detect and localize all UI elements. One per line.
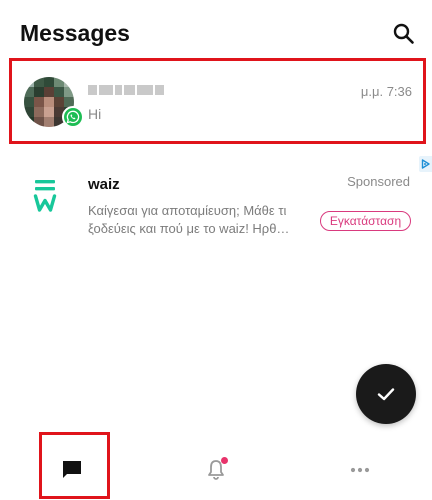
nav-messages[interactable] [37,440,107,500]
contact-avatar [24,77,84,133]
whatsapp-badge [62,106,84,128]
ad-brand-name: waiz [88,176,120,193]
mark-all-read-fab[interactable] [356,364,416,424]
checkmark-icon [377,388,395,401]
sponsored-ad-row[interactable]: waiz Sponsored Καίγεσαι για αποταμίευση;… [0,160,432,250]
chat-icon [63,461,81,478]
conversation-row[interactable]: μ.μ. 7:36 Hi [12,60,428,142]
bottom-navigation [0,440,432,500]
nav-notifications[interactable] [181,440,251,500]
ad-description: Καίγεσαι για αποταμίευση; Μάθε τι ξοδεύε… [88,203,290,236]
more-icon [350,467,370,473]
message-time: μ.μ. 7:36 [360,84,412,99]
message-preview: Hi [88,106,102,122]
page-title: Messages [20,20,130,46]
redacted-block [114,85,123,95]
search-button[interactable] [390,20,418,48]
contact-name-redacted [88,85,164,95]
whatsapp-icon [66,110,80,124]
waiz-logo [30,178,60,214]
nav-more[interactable] [325,440,395,500]
redacted-block [154,85,164,95]
redacted-block [137,85,153,95]
sponsored-label: Sponsored [347,174,410,189]
install-button[interactable]: Εγκατάσταση [320,211,411,231]
redacted-block [99,85,113,95]
notification-badge [221,457,228,464]
redacted-block [88,85,98,95]
redacted-block [124,85,136,95]
search-icon [393,23,414,44]
